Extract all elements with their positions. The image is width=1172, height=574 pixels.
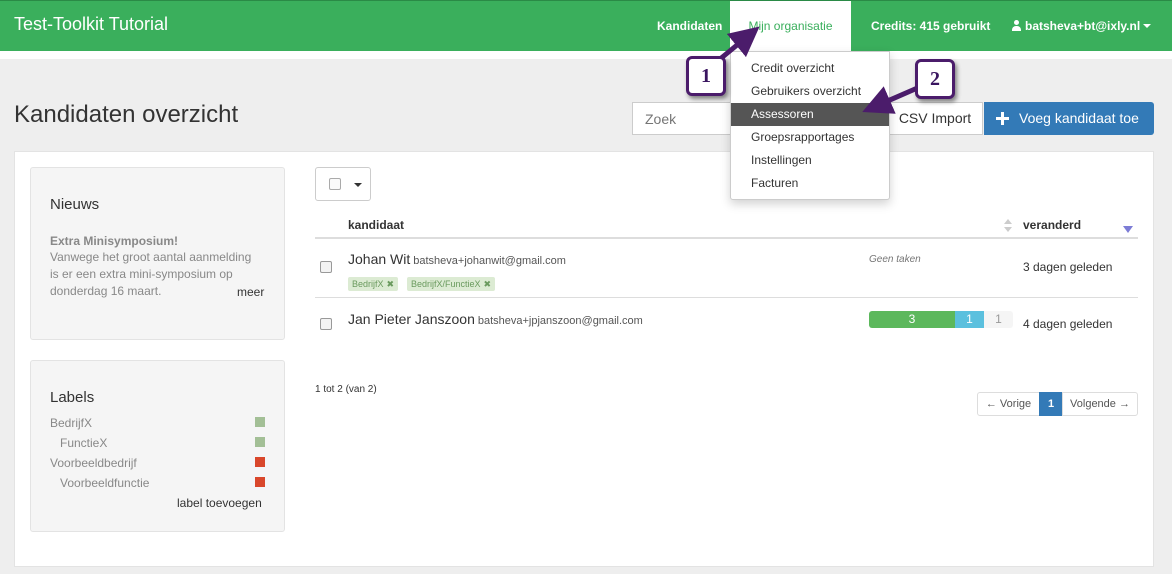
menu-item-facturen[interactable]: Facturen: [731, 172, 889, 195]
candidate-name[interactable]: Jan Pieter Janszoon: [348, 311, 475, 327]
app-brand[interactable]: Test-Toolkit Tutorial: [14, 14, 168, 35]
menu-item-gebruikers-overzicht[interactable]: Gebruikers overzicht: [731, 80, 889, 103]
bulk-select-button[interactable]: [315, 167, 371, 201]
annotation-callout-1: 1: [686, 56, 726, 96]
nav-mijn-organisatie[interactable]: Mijn organisatie: [730, 1, 851, 51]
chevron-down-icon: [354, 183, 362, 187]
tasks-status: Geen taken: [869, 254, 921, 265]
pagination-next[interactable]: Volgende →: [1062, 392, 1138, 416]
row-divider: [315, 297, 1138, 298]
sort-icon[interactable]: [1004, 219, 1012, 233]
pagination-current-page[interactable]: 1: [1039, 392, 1063, 416]
menu-item-credit-overzicht[interactable]: Credit overzicht: [731, 57, 889, 80]
nav-credits[interactable]: Credits: 415 gebruikt: [871, 1, 990, 51]
progress-active: 1: [955, 311, 984, 328]
labels-panel: Labels BedrijfX FunctieX Voorbeeldbedrij…: [30, 360, 285, 532]
table-row-candidate[interactable]: Johan Wit batsheva+johanwit@gmail.com: [348, 251, 566, 267]
news-more-link[interactable]: meer: [237, 285, 264, 299]
top-navbar: Test-Toolkit Tutorial Kandidaten Mijn or…: [0, 0, 1172, 51]
menu-item-assessoren[interactable]: Assessoren: [731, 103, 889, 126]
candidate-tag[interactable]: BedrijfX/FunctieX ✖: [407, 277, 496, 291]
candidate-tag[interactable]: BedrijfX ✖: [348, 277, 399, 291]
label-color-swatch: [255, 477, 265, 487]
user-email: batsheva+bt@ixly.nl: [1025, 19, 1141, 33]
changed-date: 3 dagen geleden: [1023, 260, 1113, 274]
label-color-swatch: [255, 437, 265, 447]
sort-descending-icon[interactable]: [1123, 226, 1133, 233]
plus-icon: [996, 112, 1009, 125]
pagination-prev[interactable]: ← Vorige: [977, 392, 1040, 416]
select-all-checkbox[interactable]: [329, 178, 341, 190]
nav-user-menu[interactable]: batsheva+bt@ixly.nl: [1011, 1, 1152, 51]
candidate-name[interactable]: Johan Wit: [348, 251, 410, 267]
progress-completed: 3: [869, 311, 955, 328]
news-title: Nieuws: [50, 196, 100, 213]
row-checkbox[interactable]: [320, 261, 332, 273]
candidate-email: batsheva+johanwit@gmail.com: [413, 255, 566, 267]
table-row-candidate[interactable]: Jan Pieter Janszoon batsheva+jpjanszoon@g…: [348, 311, 643, 327]
annotation-callout-2: 2: [915, 59, 955, 99]
table-header-divider: [315, 237, 1138, 239]
tag-label: BedrijfX: [352, 279, 384, 289]
label-item[interactable]: Voorbeeldbedrijf: [50, 456, 137, 470]
label-item[interactable]: Voorbeeldfunctie: [60, 476, 149, 490]
news-body: Vanwege het groot aantal aanmelding is e…: [50, 250, 252, 298]
row-checkbox[interactable]: [320, 318, 332, 330]
news-panel: Nieuws Extra Minisymposium! Vanwege het …: [30, 167, 285, 340]
remove-tag-icon[interactable]: ✖: [387, 279, 395, 289]
csv-import-button[interactable]: CSV Import: [888, 102, 983, 135]
result-count: 1 tot 2 (van 2): [315, 384, 377, 395]
remove-tag-icon[interactable]: ✖: [484, 279, 492, 289]
organisation-dropdown-menu: Credit overzicht Gebruikers overzicht As…: [730, 51, 890, 200]
add-candidate-label: Voeg kandidaat toe: [1019, 110, 1139, 126]
candidate-email: batsheva+jpjanszoon@gmail.com: [477, 315, 643, 327]
progress-open: 1: [984, 311, 1013, 328]
label-color-swatch: [255, 417, 265, 427]
label-item[interactable]: BedrijfX: [50, 416, 92, 430]
label-item[interactable]: FunctieX: [60, 436, 107, 450]
add-label-link[interactable]: label toevoegen: [177, 496, 262, 510]
news-headline: Extra Minisymposium!: [50, 234, 179, 248]
labels-title: Labels: [50, 389, 95, 406]
changed-date: 4 dagen geleden: [1023, 317, 1113, 331]
label-color-swatch: [255, 457, 265, 467]
nav-kandidaten[interactable]: Kandidaten: [657, 1, 722, 51]
tag-label: BedrijfX/FunctieX: [411, 279, 481, 289]
column-header-candidate[interactable]: kandidaat: [348, 218, 404, 232]
menu-item-instellingen[interactable]: Instellingen: [731, 149, 889, 172]
add-candidate-button[interactable]: Voeg kandidaat toe: [984, 102, 1154, 135]
menu-item-groepsrapportages[interactable]: Groepsrapportages: [731, 126, 889, 149]
column-header-changed[interactable]: veranderd: [1023, 218, 1081, 232]
user-icon: [1011, 20, 1022, 31]
chevron-down-icon: [1143, 24, 1152, 28]
header-strip: [0, 51, 1172, 59]
page-title: Kandidaten overzicht: [14, 101, 239, 128]
